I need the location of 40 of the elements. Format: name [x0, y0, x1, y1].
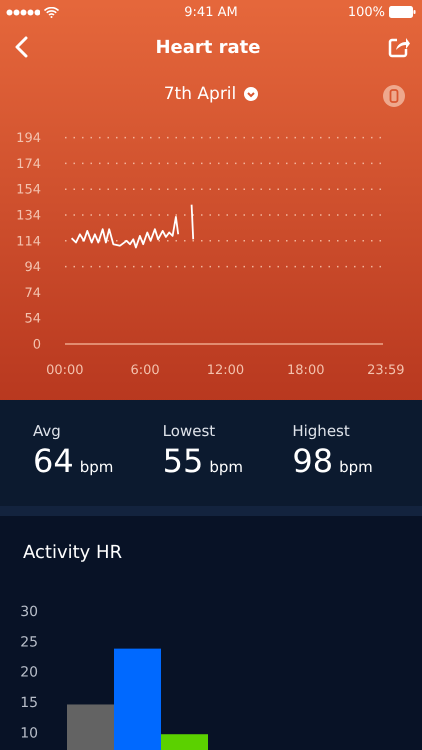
x-axis-label: 18:00	[287, 363, 324, 378]
stat-value: 98	[292, 442, 334, 480]
y-axis-label: 114	[16, 234, 41, 250]
y-axis-label: 10	[20, 725, 38, 742]
status-time: 9:41 AM	[184, 4, 238, 20]
date-label[interactable]: 7th April	[164, 84, 236, 104]
battery-percent: 100%	[348, 4, 385, 20]
x-axis-label: 23:59	[367, 363, 405, 378]
wifi-icon	[44, 6, 59, 18]
stat-unit: bpm	[339, 458, 373, 476]
stat-unit: bpm	[209, 458, 244, 476]
y-axis-label: 25	[20, 634, 38, 650]
x-axis-label: 00:00	[46, 363, 84, 378]
stat-unit: bpm	[80, 458, 114, 476]
y-axis-label: 20	[20, 664, 38, 681]
y-axis-label: 174	[16, 156, 41, 172]
section-title: Activity HR	[23, 542, 122, 563]
battery-icon	[389, 6, 416, 18]
back-icon[interactable]	[14, 36, 28, 58]
y-axis-label: 15	[20, 695, 38, 712]
stat-label: Lowest	[162, 422, 216, 440]
stat-value: 64	[33, 442, 74, 480]
stat-label: Highest	[292, 422, 351, 440]
screen-title: Heart rate	[155, 36, 260, 58]
y-axis-label: 94	[24, 260, 41, 276]
x-axis-label: 12:00	[206, 363, 244, 378]
y-axis-label: 194	[16, 131, 41, 146]
y-axis-label: 74	[24, 286, 41, 301]
y-axis-label: 154	[16, 182, 41, 198]
y-axis-label: 30	[20, 604, 38, 620]
chevron-down-icon[interactable]	[244, 87, 258, 101]
x-axis-label: 6:00	[130, 363, 160, 378]
share-icon[interactable]	[388, 36, 410, 58]
y-axis-label: 54	[24, 312, 41, 327]
signal-icon	[6, 8, 40, 16]
stat-label: Avg	[33, 422, 62, 440]
stat-value: 55	[162, 442, 204, 480]
watch-icon[interactable]	[383, 85, 405, 107]
y-axis-label: 134	[16, 208, 41, 224]
y-axis-label: 0	[32, 338, 41, 352]
